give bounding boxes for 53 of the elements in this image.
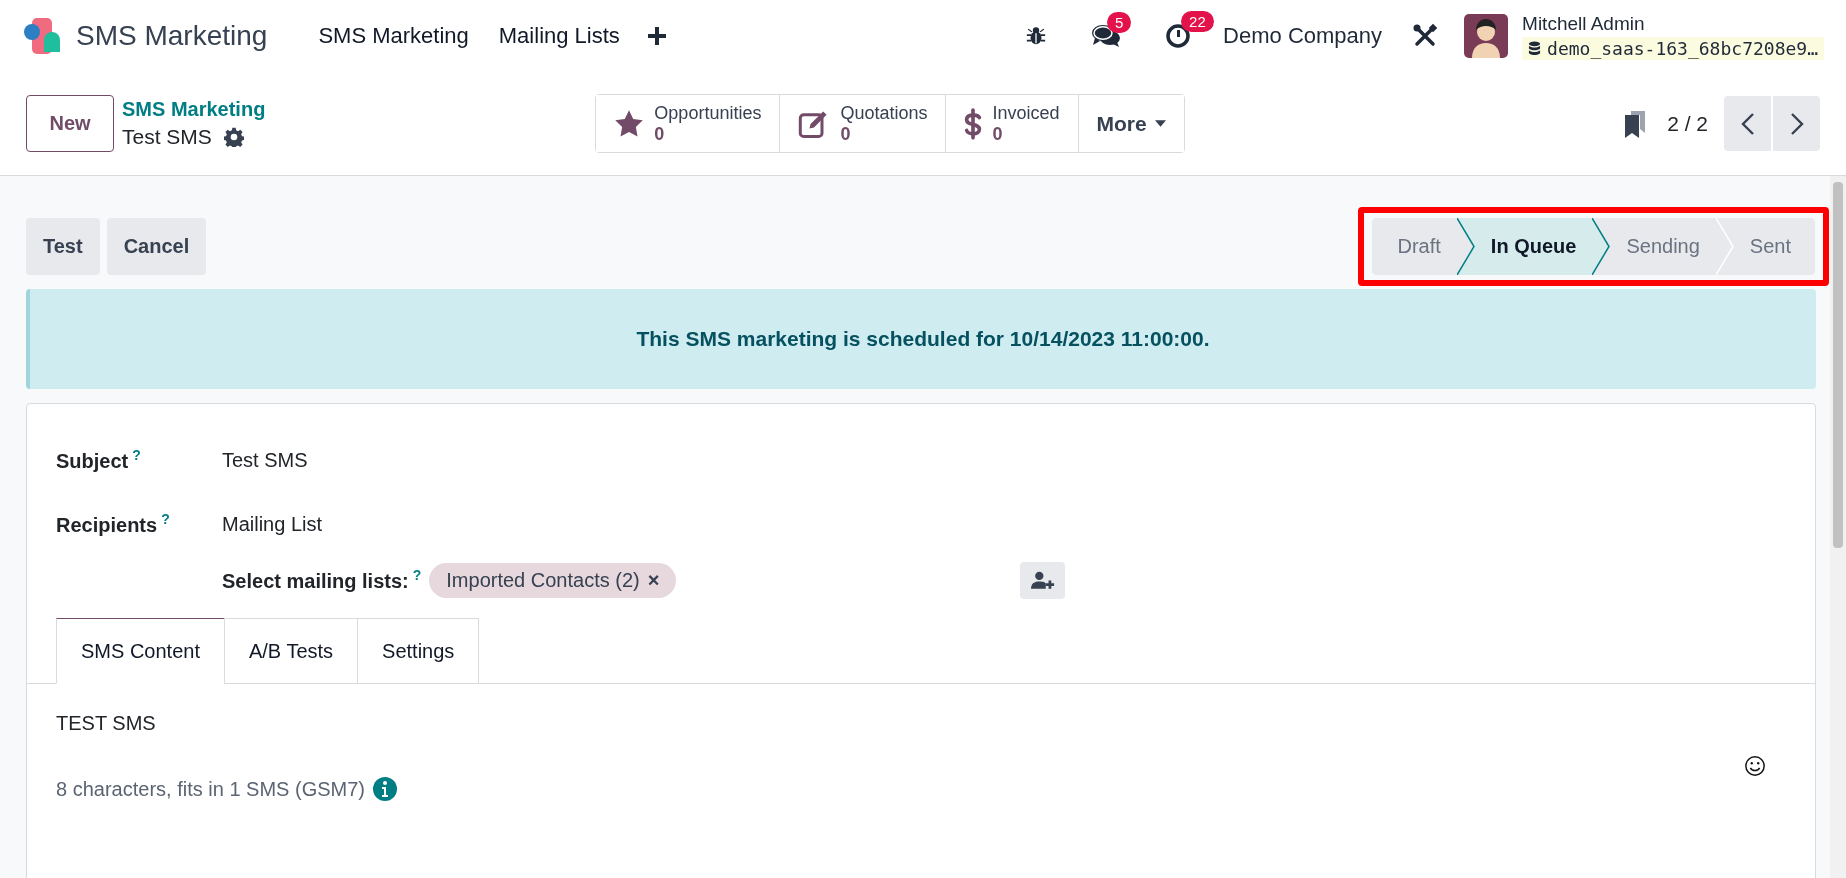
emoji-icon[interactable] — [1744, 755, 1766, 777]
tools-icon[interactable] — [1412, 23, 1439, 49]
database-icon — [1528, 40, 1542, 56]
schedule-alert: This SMS marketing is scheduled for 10/14/2023 11:00:00. — [26, 289, 1816, 389]
new-button[interactable]: New — [26, 95, 114, 152]
menu-item[interactable]: Mailing Lists — [483, 15, 635, 57]
field-label: Recipients — [56, 513, 158, 536]
action-button[interactable]: Test — [26, 218, 100, 275]
previous-button[interactable] — [1724, 96, 1771, 151]
character-counter: 8 characters, fits in 1 SMS (GSM7) — [56, 777, 365, 801]
help-tooltip[interactable]: ? — [161, 511, 170, 528]
activity-count-badge: 22 — [1181, 11, 1214, 32]
bookmark-icon[interactable] — [1623, 108, 1648, 139]
next-button[interactable] — [1773, 96, 1820, 151]
pager-value: 2 / 2 — [1667, 111, 1708, 136]
avatar-icon[interactable] — [1464, 14, 1509, 58]
tab[interactable]: SMS Content — [56, 618, 225, 684]
tab[interactable]: Settings — [357, 618, 480, 684]
info-icon[interactable] — [373, 777, 397, 801]
add-user-icon — [1030, 570, 1055, 590]
message-count-badge: 5 — [1107, 12, 1132, 33]
status-step[interactable]: Sending — [1610, 218, 1716, 275]
mailing-list-tag: Imported Contacts (2) × — [429, 562, 677, 598]
help-tooltip[interactable]: ? — [412, 567, 422, 584]
user-name: Mitchell Admin — [1522, 12, 1646, 35]
status-step[interactable]: Sent — [1733, 218, 1815, 275]
field-label: Subject — [56, 449, 129, 472]
gear-icon[interactable] — [223, 127, 244, 147]
star-icon — [614, 108, 645, 139]
chevron-right-icon — [1789, 111, 1804, 136]
scrollbar-thumb[interactable] — [1833, 182, 1843, 548]
chevron-left-icon — [1740, 111, 1755, 136]
breadcrumb-link[interactable]: SMS Marketing — [122, 98, 266, 121]
field-label: Select mailing lists: — [222, 569, 409, 592]
plus-icon[interactable] — [646, 26, 667, 46]
tab[interactable]: A/B Tests — [223, 618, 359, 684]
field-value[interactable]: Mailing List — [222, 512, 323, 536]
help-tooltip[interactable]: ? — [132, 447, 141, 464]
sms-body[interactable]: TEST SMS — [56, 712, 1786, 735]
menu-item[interactable]: SMS Marketing — [303, 15, 484, 57]
action-button[interactable]: Cancel — [106, 218, 207, 275]
bug-icon[interactable] — [1025, 25, 1048, 47]
app-title: SMS Marketing — [76, 20, 268, 52]
database-name: demo_saas-163_68bc7208e9… — [1522, 36, 1824, 60]
caret-icon — [1154, 120, 1166, 127]
company-switcher[interactable]: Demo Company — [1223, 23, 1383, 49]
smart-button[interactable]: Opportunities 0 — [596, 95, 781, 152]
record-title: Test SMS — [122, 125, 212, 149]
app-logo-icon — [22, 16, 62, 56]
field-value[interactable]: Test SMS — [222, 448, 308, 472]
add-contact-button[interactable] — [1020, 561, 1066, 599]
dollar-icon — [964, 107, 983, 140]
remove-tag-button[interactable]: × — [647, 568, 660, 592]
